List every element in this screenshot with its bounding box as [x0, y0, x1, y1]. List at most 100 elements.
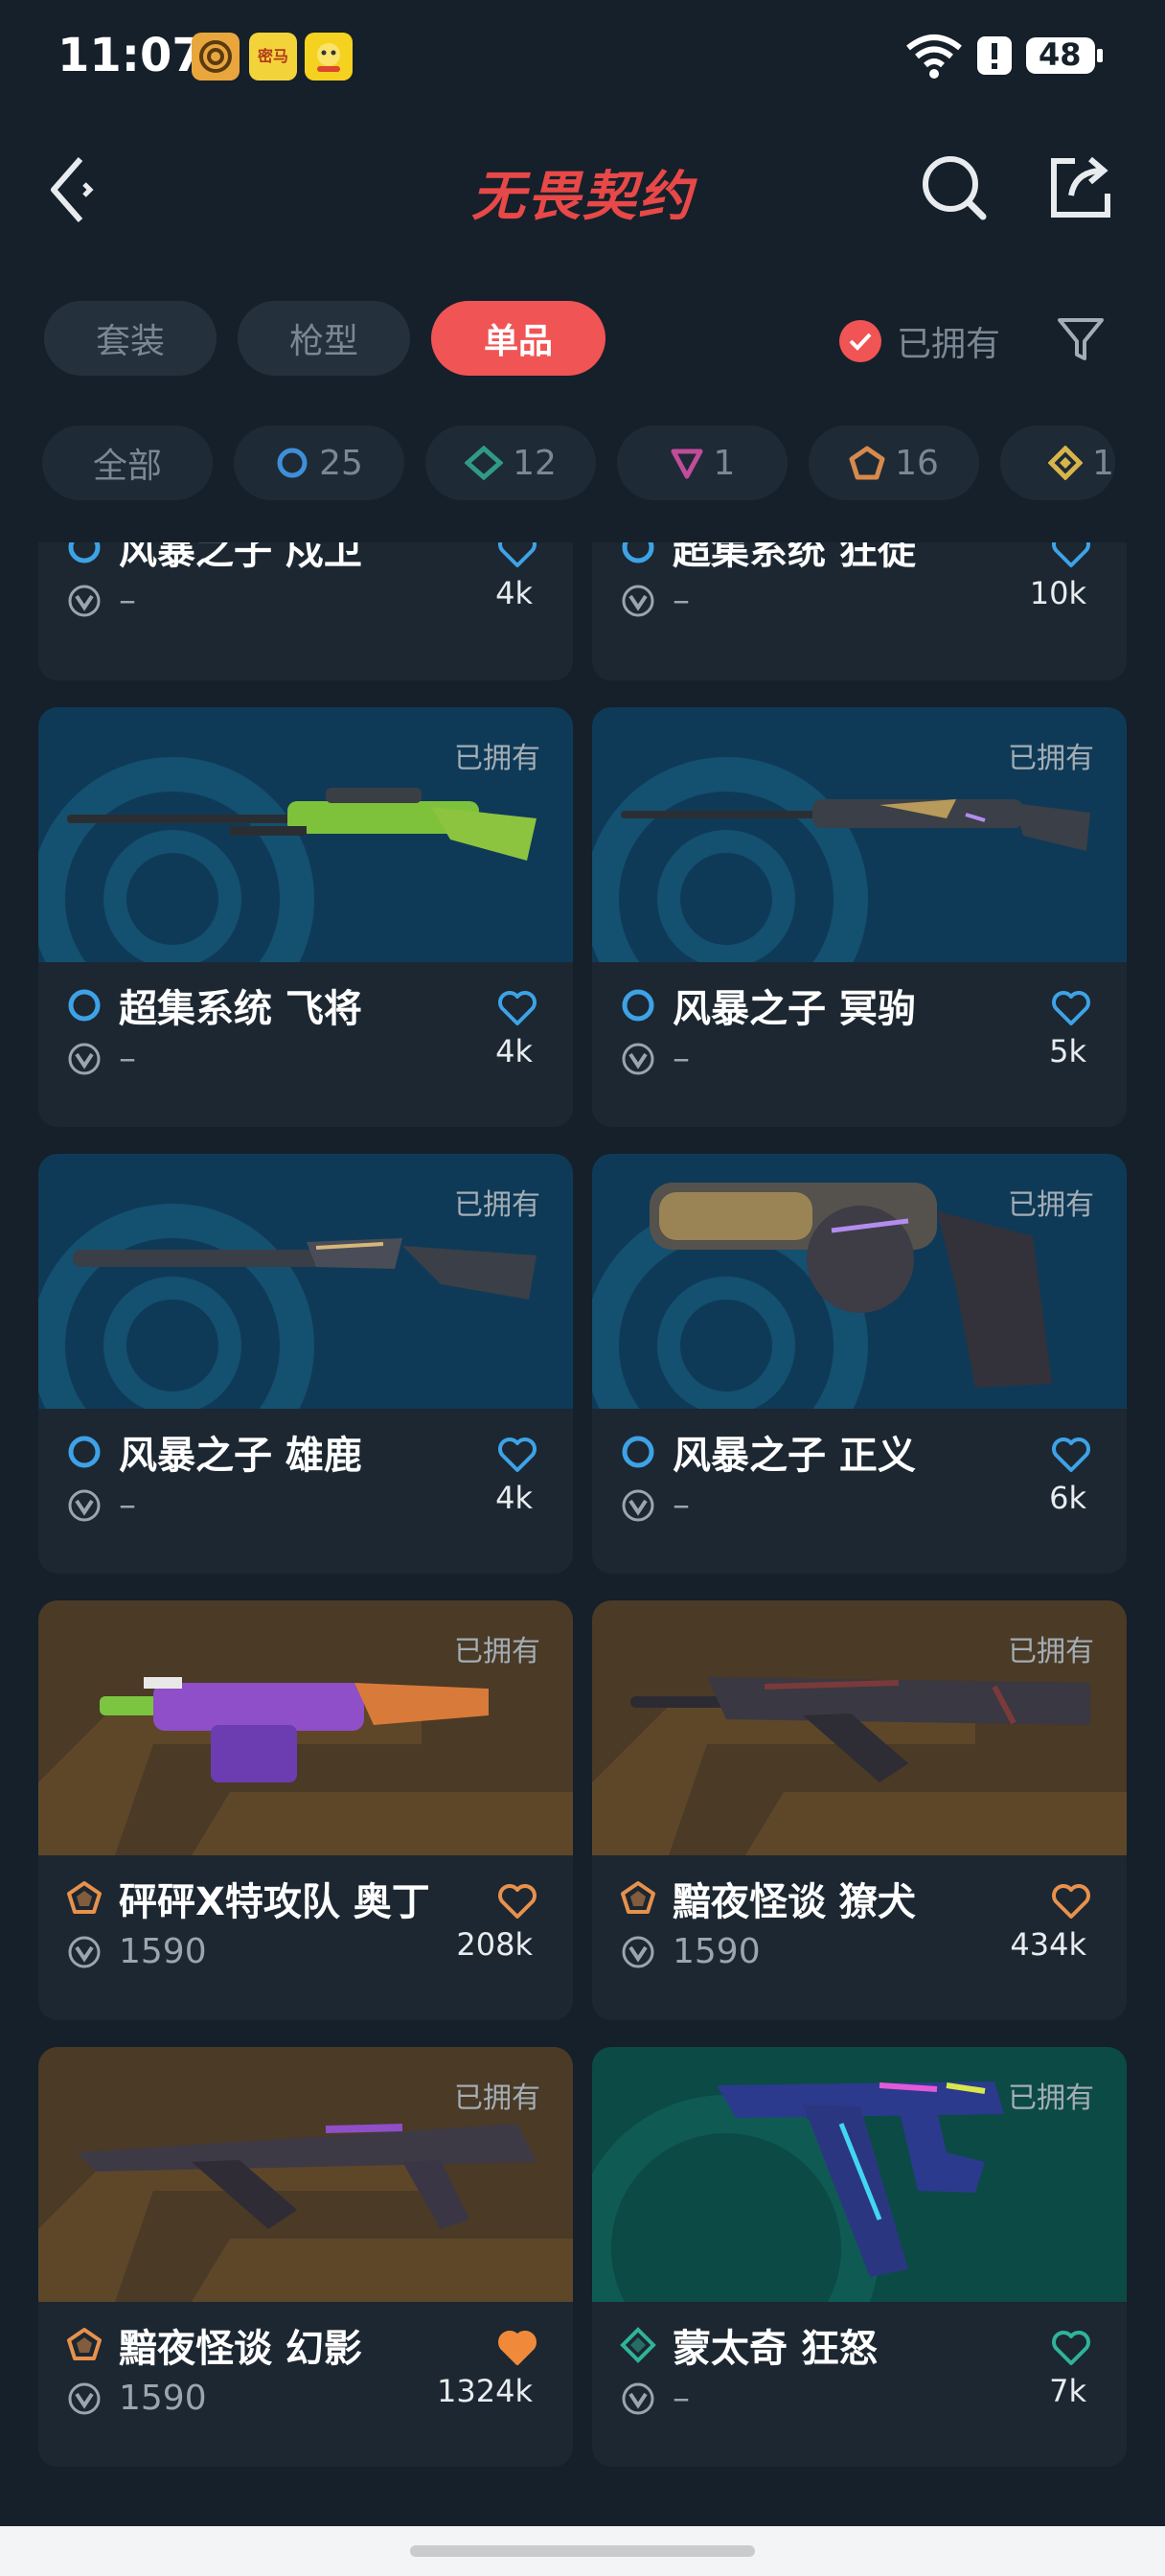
- app-screen: 11:07 密马 48 无畏契约 套装 枪型 单品 已拥有 全部 25 12 1…: [0, 0, 1165, 2576]
- status-bar: 11:07 密马 48: [0, 0, 1165, 113]
- home-indicator[interactable]: [410, 2545, 755, 2557]
- item-price: 1590: [119, 1932, 207, 1971]
- item-price: –: [673, 2379, 690, 2418]
- chip-count: 12: [513, 443, 557, 483]
- owned-tag: 已拥有: [454, 742, 540, 775]
- owned-tag: 已拥有: [454, 1635, 540, 1668]
- tab-single-item[interactable]: 单品: [431, 301, 605, 376]
- vp-currency-icon: [622, 1936, 654, 1967]
- owned-filter-label: 已拥有: [897, 325, 1001, 364]
- heart-outline-icon[interactable]: [1050, 2329, 1092, 2367]
- ultra-tier-icon: [67, 1881, 102, 1914]
- item-info: 超集系统 飞将 – 4k: [38, 962, 573, 1127]
- heart-outline-icon[interactable]: [1050, 1882, 1092, 1920]
- search-icon: [923, 156, 987, 220]
- mima-app-icon: 密马: [249, 33, 297, 80]
- premium-tier-icon: [671, 448, 703, 479]
- like-count: 4k: [495, 575, 533, 611]
- ultra-tier-icon: [849, 446, 885, 480]
- select-tier-icon: [277, 448, 308, 478]
- item-info: 超集系统 狂徒 – 10k: [592, 542, 1127, 680]
- vp-currency-icon: [622, 1489, 654, 1521]
- share-icon: [1051, 156, 1110, 218]
- item-price: –: [119, 1039, 136, 1078]
- select-tier-icon: [622, 1436, 654, 1468]
- chip-count: 1: [713, 443, 736, 483]
- heart-outline-icon[interactable]: [1050, 542, 1092, 569]
- item-price: –: [119, 581, 136, 620]
- chip-count: 1: [1092, 443, 1114, 483]
- battery-level: 48: [1039, 36, 1082, 73]
- owned-tag: 已拥有: [1008, 1188, 1094, 1222]
- tier-chips: 全部 25 12 1 16 1: [42, 426, 1115, 500]
- heart-outline-icon[interactable]: [1050, 989, 1092, 1027]
- item-card[interactable]: 已拥有 风暴之子 雄鹿 – 4k: [38, 1154, 573, 1574]
- item-card[interactable]: 已拥有 超集系统 飞将 – 4k: [38, 707, 573, 1127]
- heart-outline-icon[interactable]: [1050, 1436, 1092, 1474]
- item-card[interactable]: 已拥有 黯夜怪谈 幻影 1590 1324k: [38, 2047, 573, 2467]
- funnel-icon: [1058, 318, 1104, 360]
- share-button[interactable]: [1042, 150, 1119, 226]
- heart-outline-icon[interactable]: [496, 1882, 538, 1920]
- chip-ultra-tier[interactable]: 16: [809, 426, 979, 500]
- system-home-bar: [0, 2526, 1165, 2576]
- tab-set[interactable]: 套装: [44, 301, 217, 376]
- owned-tag: 已拥有: [454, 2082, 540, 2115]
- item-card[interactable]: 已拥有 蒙太奇 狂怒 – 7k: [592, 2047, 1127, 2467]
- chip-all[interactable]: 全部: [42, 426, 213, 500]
- heart-filled-icon[interactable]: [496, 2329, 538, 2367]
- heart-outline-icon[interactable]: [496, 989, 538, 1027]
- item-name: 黯夜怪谈 幻影: [119, 2327, 362, 2371]
- vp-currency-icon: [622, 585, 654, 616]
- pet-app-icon: [305, 33, 353, 80]
- search-button[interactable]: [916, 150, 993, 226]
- wifi-icon: [904, 33, 964, 84]
- item-price: 1590: [673, 1932, 761, 1971]
- chip-select-tier[interactable]: 25: [234, 426, 404, 500]
- owned-filter-toggle[interactable]: 已拥有: [839, 316, 1000, 366]
- filter-button[interactable]: [1054, 312, 1108, 366]
- chip-count: 16: [895, 443, 939, 483]
- exclusive-tier-icon: [1048, 446, 1083, 480]
- chip-premium-tier[interactable]: 1: [617, 426, 788, 500]
- chip-exclusive-tier[interactable]: 1: [1000, 426, 1115, 500]
- item-price: 1590: [119, 2379, 207, 2418]
- ultra-tier-icon: [67, 2328, 102, 2360]
- heart-outline-icon[interactable]: [496, 1436, 538, 1474]
- item-name: 黯夜怪谈 獠犬: [673, 1880, 916, 1924]
- alert-icon: [975, 34, 1014, 80]
- item-price: –: [673, 581, 690, 620]
- item-grid: 风暴之子 戍卫 – 4k 超集系统 狂徒 – 10k 已拥有 超集系统 飞将 –…: [0, 542, 1165, 2503]
- chip-count: 25: [319, 443, 363, 483]
- deluxe-tier-icon: [465, 446, 504, 480]
- item-card[interactable]: 已拥有 风暴之子 冥驹 – 5k: [592, 707, 1127, 1127]
- like-count: 6k: [1049, 1480, 1086, 1516]
- item-card[interactable]: 已拥有 风暴之子 正义 – 6k: [592, 1154, 1127, 1574]
- item-info: 黯夜怪谈 獠犬 1590 434k: [592, 1855, 1127, 2020]
- item-info: 风暴之子 正义 – 6k: [592, 1409, 1127, 1574]
- select-tier-icon: [68, 989, 101, 1022]
- item-info: 砰砰X特攻队 奥丁 1590 208k: [38, 1855, 573, 2020]
- tab-weapon-type[interactable]: 枪型: [238, 301, 410, 376]
- type-tabs: 套装 枪型 单品: [44, 301, 605, 378]
- item-card[interactable]: 超集系统 狂徒 – 10k: [592, 542, 1127, 680]
- checkbox-checked-icon: [839, 320, 881, 362]
- item-price: –: [673, 1485, 690, 1525]
- battery-icon: 48: [1025, 36, 1104, 75]
- select-tier-icon: [68, 542, 101, 564]
- owned-tag: 已拥有: [1008, 1635, 1094, 1668]
- chip-deluxe-tier[interactable]: 12: [425, 426, 596, 500]
- item-card[interactable]: 风暴之子 戍卫 – 4k: [38, 542, 573, 680]
- item-price: –: [119, 1485, 136, 1525]
- item-info: 风暴之子 戍卫 – 4k: [38, 542, 573, 680]
- ultra-tier-icon: [621, 1881, 655, 1914]
- select-tier-icon: [622, 542, 654, 564]
- heart-outline-icon[interactable]: [496, 542, 538, 569]
- item-card[interactable]: 已拥有 砰砰X特攻队 奥丁 1590 208k: [38, 1600, 573, 2020]
- item-name: 砰砰X特攻队 奥丁: [119, 1880, 430, 1924]
- like-count: 5k: [1049, 1033, 1086, 1070]
- vp-currency-icon: [68, 1936, 101, 1967]
- chip-label: 全部: [92, 447, 162, 486]
- item-card[interactable]: 已拥有 黯夜怪谈 獠犬 1590 434k: [592, 1600, 1127, 2020]
- vp-currency-icon: [68, 1489, 101, 1521]
